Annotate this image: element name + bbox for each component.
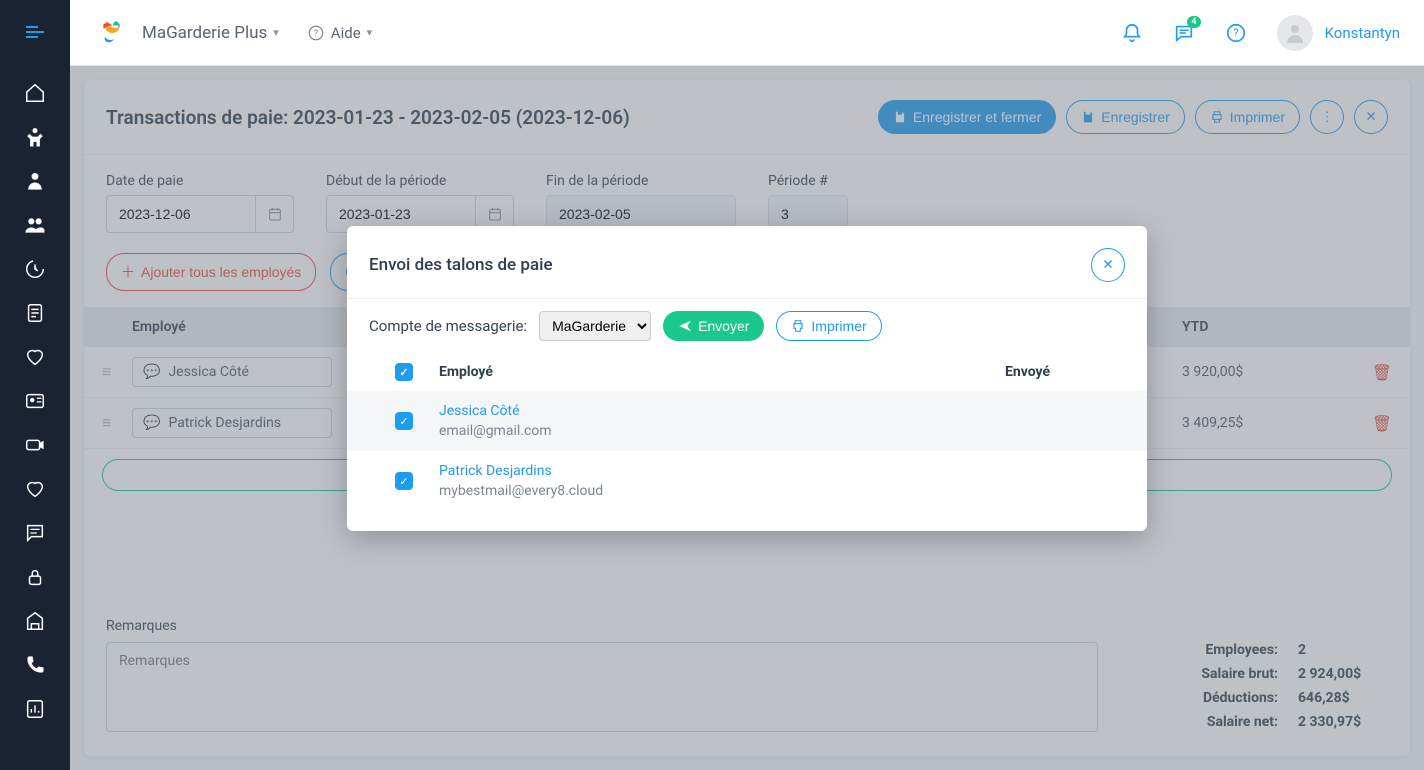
employee-name-link[interactable]: Jessica Côté [439, 403, 1005, 419]
chevron-down-icon: ▾ [273, 26, 279, 39]
sidebar [0, 0, 70, 770]
topbar: MaGarderie Plus ▾ ? Aide ▾ 4 ? Konstanty… [70, 0, 1424, 66]
svg-text:?: ? [314, 29, 318, 39]
building-icon[interactable] [22, 608, 48, 634]
employee-name-link[interactable]: Patrick Desjardins [439, 463, 1005, 479]
help-menu[interactable]: ? Aide ▾ [307, 24, 372, 42]
heart-icon[interactable] [22, 344, 48, 370]
chevron-down-icon: ▾ [367, 26, 373, 39]
send-paystubs-modal: Envoi des talons de paie ✕ Compte de mes… [347, 226, 1147, 531]
row-checkbox[interactable]: ✓ [395, 412, 413, 430]
clock-icon[interactable] [22, 256, 48, 282]
modal-overlay: Envoi des talons de paie ✕ Compte de mes… [70, 66, 1424, 770]
camera-icon[interactable] [22, 432, 48, 458]
modal-close-button[interactable]: ✕ [1091, 248, 1125, 282]
mail-account-label: Compte de messagerie: [369, 317, 527, 335]
lock-icon[interactable] [22, 564, 48, 590]
row-checkbox[interactable]: ✓ [395, 472, 413, 490]
user-menu[interactable]: Konstantyn [1277, 15, 1400, 51]
brand[interactable]: MaGarderie Plus ▾ [94, 15, 279, 51]
employee-email: email@gmail.com [439, 423, 1005, 439]
modal-print-button[interactable]: Imprimer [776, 311, 881, 341]
modal-col-sent: Envoyé [1005, 364, 1125, 380]
modal-row: ✓ Jessica Côté email@gmail.com [347, 391, 1147, 451]
phone-icon[interactable] [22, 652, 48, 678]
brand-name: MaGarderie Plus ▾ [142, 23, 279, 43]
brand-logo-icon [94, 15, 130, 51]
svg-text:?: ? [1233, 26, 1238, 39]
message-icon[interactable]: 4 [1173, 22, 1195, 44]
help-icon[interactable]: ? [1225, 22, 1247, 44]
employee-email: mybestmail@every8.cloud [439, 483, 1005, 499]
avatar-icon [1277, 15, 1313, 51]
modal-title: Envoi des talons de paie [369, 255, 553, 275]
modal-send-button[interactable]: Envoyer [663, 311, 764, 341]
modal-col-employee: Employé [439, 364, 1005, 380]
chat-icon[interactable] [22, 520, 48, 546]
report-icon[interactable] [22, 696, 48, 722]
mail-account-select[interactable]: MaGarderie [539, 311, 651, 341]
document-icon[interactable] [22, 300, 48, 326]
modal-row: ✓ Patrick Desjardins mybestmail@every8.c… [347, 451, 1147, 511]
menu-toggle-icon[interactable] [23, 20, 47, 44]
home-icon[interactable] [22, 80, 48, 106]
people-icon[interactable] [22, 212, 48, 238]
child-icon[interactable] [22, 124, 48, 150]
bell-icon[interactable] [1121, 22, 1143, 44]
person-icon[interactable] [22, 168, 48, 194]
heart2-icon[interactable] [22, 476, 48, 502]
username: Konstantyn [1325, 24, 1400, 42]
message-count-badge: 4 [1187, 16, 1200, 28]
id-card-icon[interactable] [22, 388, 48, 414]
select-all-checkbox[interactable]: ✓ [395, 363, 413, 381]
